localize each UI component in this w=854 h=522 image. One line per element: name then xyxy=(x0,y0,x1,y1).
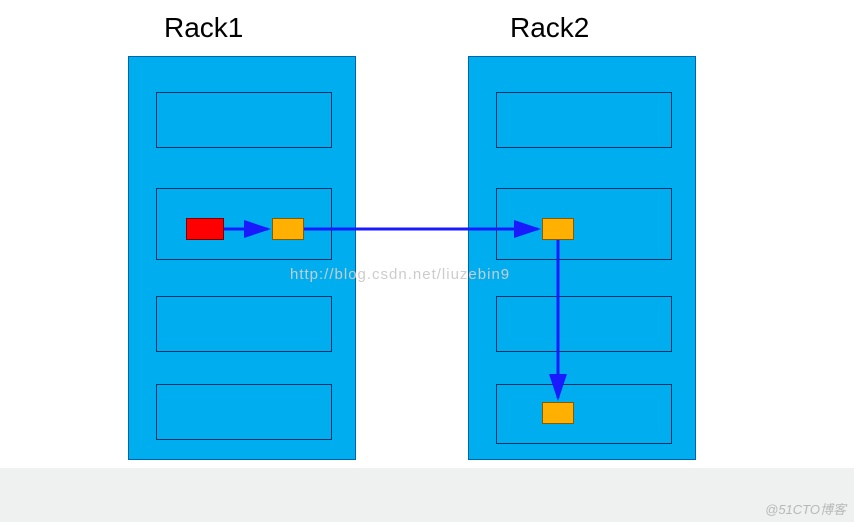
watermark-text: http://blog.csdn.net/liuzebin9 xyxy=(290,266,510,283)
replica-block-2 xyxy=(542,218,574,240)
diagram-canvas: Rack1 Rack2 http://blog.csdn.net/liuzebi… xyxy=(0,0,854,522)
rack1-label: Rack1 xyxy=(164,12,243,44)
rack1-slot-2 xyxy=(156,188,332,260)
attribution-text: @51CTO博客 xyxy=(765,499,846,518)
rack1-slot-3 xyxy=(156,296,332,352)
replica-block-1 xyxy=(272,218,304,240)
rack2-slot-4 xyxy=(496,384,672,444)
rack2-slot-2 xyxy=(496,188,672,260)
source-block xyxy=(186,218,224,240)
rack1-slot-4 xyxy=(156,384,332,440)
rack2-label: Rack2 xyxy=(510,12,589,44)
rack1-slot-1 xyxy=(156,92,332,148)
rack2-slot-3 xyxy=(496,296,672,352)
replica-block-3 xyxy=(542,402,574,424)
rack2-slot-1 xyxy=(496,92,672,148)
footer-strip xyxy=(0,468,854,522)
